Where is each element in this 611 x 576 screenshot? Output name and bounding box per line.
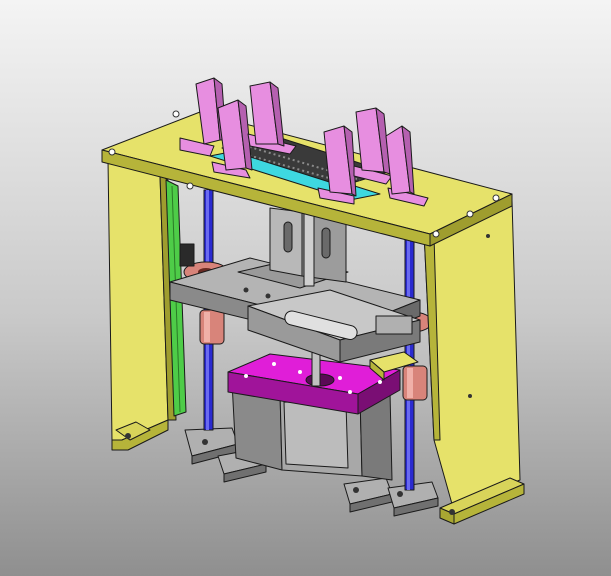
connector-icon: [179, 243, 195, 267]
right-side-frame[interactable]: [423, 199, 525, 525]
fixture-bracket-5[interactable]: [353, 107, 393, 185]
cad-assembly-model[interactable]: [0, 0, 611, 576]
cad-viewport[interactable]: [0, 0, 611, 576]
left-side-frame[interactable]: [102, 154, 177, 451]
